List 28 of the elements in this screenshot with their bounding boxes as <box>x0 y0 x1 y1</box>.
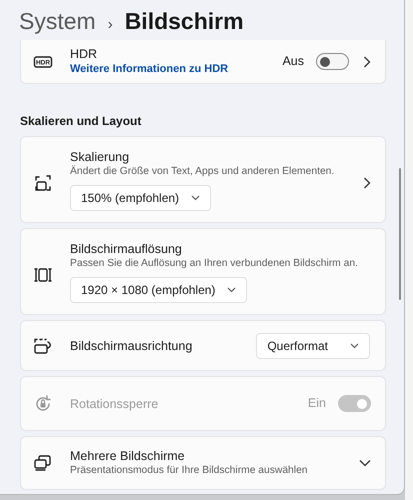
setting-description: Ändert die Größe von Text, Apps und anderen Elementen. <box>70 165 336 179</box>
page-title: Bildschirm <box>124 8 244 34</box>
setting-title: Rotationssperre <box>70 396 160 412</box>
toggle-state: Aus <box>282 53 304 70</box>
caret-icon <box>191 195 200 201</box>
chevron-right-icon <box>363 56 371 68</box>
section-heading: Skalieren und Layout <box>19 113 142 130</box>
setting-description: Präsentationsmodus für Ihre Bildschirme auswählen <box>70 464 309 478</box>
setting-description: Passen Sie die Auflösung an Ihren verbundenen Bildschirm an. <box>70 257 359 271</box>
setting-title: Bildschirmauflösung <box>70 241 183 257</box>
caret-icon <box>350 342 359 348</box>
dropdown[interactable]: Querformat <box>256 332 370 358</box>
scale-icon <box>33 173 53 193</box>
toggle-state: Ein <box>308 395 326 412</box>
setting-title: Bildschirmausrichtung <box>70 338 194 354</box>
setting-title: Skalierung <box>70 149 130 165</box>
scrollbar-thumb[interactable] <box>399 168 401 300</box>
info-link[interactable]: Weitere Informationen zu HDR <box>70 62 282 77</box>
setting-title: HDR <box>70 46 98 62</box>
dropdown[interactable]: 150% (empfohlen) <box>70 185 212 211</box>
breadcrumb-parent[interactable]: System <box>19 8 96 34</box>
monitors-icon <box>33 453 53 473</box>
caret-icon <box>227 287 236 293</box>
dropdown[interactable]: 1920 × 1080 (empfohlen) <box>70 277 248 303</box>
chevron-right-icon <box>363 177 371 189</box>
breadcrumb-separator: › <box>108 16 113 33</box>
toggle-switch[interactable] <box>316 53 349 70</box>
setting-title: Mehrere Bildschirme <box>70 448 186 464</box>
